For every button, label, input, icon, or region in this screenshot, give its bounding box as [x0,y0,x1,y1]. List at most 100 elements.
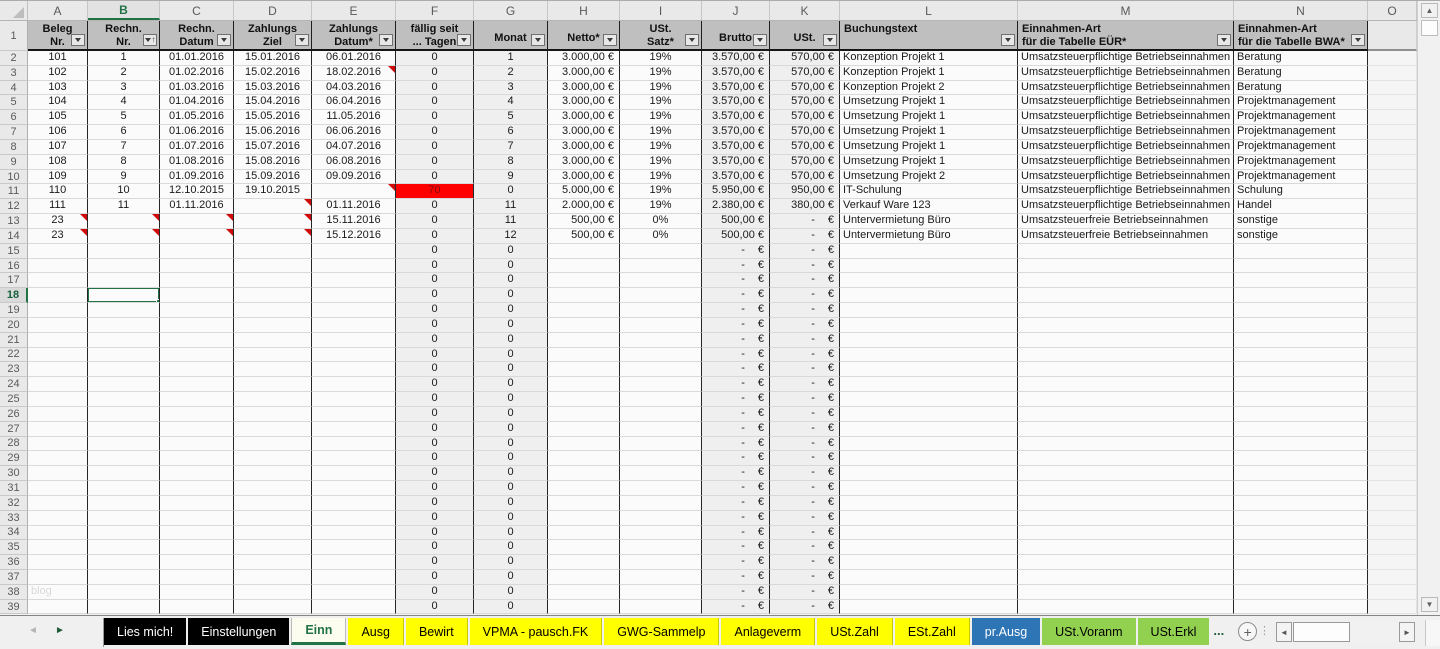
cell-O28[interactable] [1368,437,1417,452]
cell-K22[interactable]: -€ [770,348,840,363]
cell-E32[interactable] [312,496,396,511]
cell-D20[interactable] [234,318,312,333]
cell-B32[interactable] [88,496,160,511]
cell-K39[interactable]: -€ [770,600,840,615]
cell-L13[interactable]: Untervermietung Büro [840,214,1018,229]
filter-button-c[interactable] [217,34,231,46]
cell-D13[interactable] [234,214,312,229]
scroll-down-button[interactable]: ▼ [1421,597,1438,612]
cell-C31[interactable] [160,481,234,496]
cell-D21[interactable] [234,333,312,348]
cell-J17[interactable]: -€ [702,273,770,288]
cell-I3[interactable]: 19% [620,66,702,81]
filter-button-j[interactable] [753,34,767,46]
row-header-33[interactable]: 33 [0,511,28,526]
cell-H39[interactable] [548,600,620,615]
cell-B28[interactable] [88,437,160,452]
cell-G35[interactable]: 0 [474,540,548,555]
cell-N25[interactable] [1234,392,1368,407]
cell-B37[interactable] [88,570,160,585]
cell-C37[interactable] [160,570,234,585]
cell-K5[interactable]: 570,00 € [770,95,840,110]
cell-O18[interactable] [1368,288,1417,303]
cell-O24[interactable] [1368,377,1417,392]
row-header-7[interactable]: 7 [0,125,28,140]
table-header-cell-m[interactable]: Einnahmen-Artfür die Tabelle EÜR* [1018,21,1234,51]
cell-A17[interactable] [28,273,88,288]
cell-B15[interactable] [88,244,160,259]
cell-K28[interactable]: -€ [770,437,840,452]
cell-K35[interactable]: -€ [770,540,840,555]
cell-D22[interactable] [234,348,312,363]
column-header-G[interactable]: G [474,1,548,20]
cell-J22[interactable]: -€ [702,348,770,363]
sheet-nav-left-icon[interactable]: ◄ [28,625,38,636]
cell-B17[interactable] [88,273,160,288]
row-header-16[interactable]: 16 [0,259,28,274]
cell-O9[interactable] [1368,155,1417,170]
cell-H27[interactable] [548,422,620,437]
cell-G34[interactable]: 0 [474,526,548,541]
cell-A4[interactable]: 103 [28,81,88,96]
cell-H17[interactable] [548,273,620,288]
cell-K34[interactable]: -€ [770,526,840,541]
sheet-tab-lies-mich[interactable]: Lies mich! [104,618,186,645]
cell-E25[interactable] [312,392,396,407]
cell-K21[interactable]: -€ [770,333,840,348]
row-header-18[interactable]: 18 [0,288,28,303]
cell-D29[interactable] [234,451,312,466]
cell-O1[interactable] [1368,21,1417,51]
cell-I16[interactable] [620,259,702,274]
cell-G24[interactable]: 0 [474,377,548,392]
cell-F27[interactable]: 0 [396,422,474,437]
cell-J35[interactable]: -€ [702,540,770,555]
cell-N38[interactable] [1234,585,1368,600]
cell-K30[interactable]: -€ [770,466,840,481]
cell-I17[interactable] [620,273,702,288]
cell-E24[interactable] [312,377,396,392]
cell-A22[interactable] [28,348,88,363]
cell-E20[interactable] [312,318,396,333]
cell-N6[interactable]: Projektmanagement [1234,110,1368,125]
cell-D36[interactable] [234,555,312,570]
column-header-N[interactable]: N [1234,1,1368,20]
cell-C7[interactable]: 01.06.2016 [160,125,234,140]
cell-O38[interactable] [1368,585,1417,600]
cell-L15[interactable] [840,244,1018,259]
cell-H6[interactable]: 3.000,00 € [548,110,620,125]
cell-H9[interactable]: 3.000,00 € [548,155,620,170]
cell-M24[interactable] [1018,377,1234,392]
cell-G27[interactable]: 0 [474,422,548,437]
row-header-1[interactable]: 1 [0,21,28,51]
cell-F19[interactable]: 0 [396,303,474,318]
cell-D3[interactable]: 15.02.2016 [234,66,312,81]
cell-E28[interactable] [312,437,396,452]
cell-E26[interactable] [312,407,396,422]
row-header-8[interactable]: 8 [0,140,28,155]
cell-I27[interactable] [620,422,702,437]
cell-A36[interactable] [28,555,88,570]
table-header-cell-d[interactable]: ZahlungsZiel [234,21,312,51]
cell-G18[interactable]: 0 [474,288,548,303]
cell-H29[interactable] [548,451,620,466]
cell-A7[interactable]: 106 [28,125,88,140]
table-header-cell-c[interactable]: Rechn.Datum [160,21,234,51]
cell-A30[interactable] [28,466,88,481]
cell-K19[interactable]: -€ [770,303,840,318]
cell-A23[interactable] [28,362,88,377]
cell-M27[interactable] [1018,422,1234,437]
cell-O8[interactable] [1368,140,1417,155]
cell-D37[interactable] [234,570,312,585]
cell-N14[interactable]: sonstige [1234,229,1368,244]
cell-E13[interactable]: 15.11.2016 [312,214,396,229]
cell-E35[interactable] [312,540,396,555]
cell-J39[interactable]: -€ [702,600,770,615]
cell-F4[interactable]: 0 [396,81,474,96]
cell-E11[interactable] [312,184,396,199]
cell-F16[interactable]: 0 [396,259,474,274]
cell-E36[interactable] [312,555,396,570]
cell-I25[interactable] [620,392,702,407]
cell-E17[interactable] [312,273,396,288]
cell-I15[interactable] [620,244,702,259]
cell-I26[interactable] [620,407,702,422]
